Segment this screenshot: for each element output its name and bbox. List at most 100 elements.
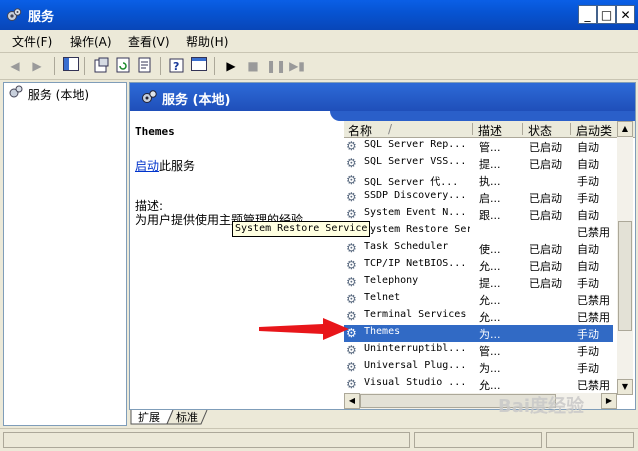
column-description[interactable]: 描述: [478, 122, 502, 139]
table-row[interactable]: ⚙ SQL Server Rep... 管... 已启动 自动: [344, 138, 613, 155]
restart-service-icon[interactable]: ▶▮: [288, 57, 306, 75]
table-row[interactable]: ⚙ SSDP Discovery... 启... 已启动 手动: [344, 189, 613, 206]
stop-service-icon[interactable]: ■: [244, 57, 262, 75]
cell-description: 允...: [479, 311, 501, 324]
cell-name: Visual Studio ...: [364, 377, 467, 388]
table-row[interactable]: ⚙System Restore Service已禁用: [344, 223, 613, 240]
pause-service-icon[interactable]: ❚❚: [266, 57, 286, 75]
cell-description: 跟...: [479, 209, 501, 222]
start-service-suffix: 此服务: [159, 159, 196, 173]
cell-name: SQL Server VSS...: [364, 156, 467, 167]
start-service-icon[interactable]: ▶: [222, 57, 240, 75]
status-segment: [3, 432, 410, 448]
tab-extended[interactable]: 扩展: [138, 410, 160, 425]
show-hide-tree-icon[interactable]: [62, 57, 80, 75]
vertical-scroll-thumb[interactable]: [618, 221, 632, 331]
menu-action[interactable]: 操作(A): [70, 33, 112, 50]
back-arrow-icon[interactable]: ◀: [6, 57, 24, 75]
help-icon[interactable]: ?: [168, 57, 186, 75]
menu-file[interactable]: 文件(F): [12, 33, 52, 50]
table-row[interactable]: ⚙ Visual Studio ... 允... 已禁用: [344, 376, 613, 393]
forward-arrow-icon[interactable]: ▶: [28, 57, 46, 75]
cell-description: 管...: [479, 141, 501, 154]
cell-description: 启...: [479, 192, 501, 205]
refresh-icon[interactable]: [114, 57, 132, 75]
table-row[interactable]: ⚙ Terminal Services 允... 已禁用: [344, 308, 613, 325]
status-segment: [414, 432, 542, 448]
tree-item-services-local[interactable]: 服务 (本地): [8, 85, 89, 103]
cell-startup-type: 手动: [577, 192, 599, 205]
vertical-scrollbar[interactable]: ▲ ▼: [617, 121, 633, 395]
cell-startup-type: 自动: [577, 260, 599, 273]
table-row[interactable]: ⚙ Task Scheduler 使... 已启动 自动: [344, 240, 613, 257]
scroll-left-icon[interactable]: ◀: [344, 393, 360, 409]
column-divider[interactable]: [472, 123, 473, 135]
show-console-icon[interactable]: [190, 57, 208, 75]
cell-name: TCP/IP NetBIOS...: [364, 258, 467, 269]
cell-name: System Event N...: [364, 207, 467, 218]
cell-name: Task Scheduler: [364, 241, 449, 252]
service-gear-icon: ⚙: [346, 258, 357, 272]
table-row[interactable]: ⚙ Telephony 提... 已启动 手动: [344, 274, 613, 291]
watermark: Bai度经验: [498, 396, 585, 417]
services-pane: 服务 (本地) Themes 启动此服务 描述: 为用户提供使用主题管理的经验。…: [129, 82, 636, 410]
cell-name: System Restore Service: [364, 224, 470, 235]
name-tooltip: System Restore Service: [232, 221, 371, 237]
cell-description: 提...: [479, 277, 501, 290]
maximize-button[interactable]: □: [597, 5, 616, 24]
cell-name: Telephony: [364, 275, 419, 286]
scroll-down-icon[interactable]: ▼: [617, 379, 633, 395]
cell-name: SSDP Discovery...: [364, 190, 467, 201]
cell-status: 已启动: [529, 209, 562, 222]
svg-text:?: ?: [173, 60, 179, 73]
column-startup-type[interactable]: 启动类: [576, 122, 612, 139]
scroll-up-icon[interactable]: ▲: [617, 121, 633, 137]
tab-standard[interactable]: 标准: [176, 410, 198, 425]
table-row[interactable]: ⚙ Uninterruptibl... 管... 手动: [344, 342, 613, 359]
service-gear-icon: ⚙: [346, 292, 357, 306]
cell-startup-type: 已禁用: [577, 226, 610, 239]
service-gear-icon: ⚙: [346, 360, 357, 374]
minimize-button[interactable]: _: [578, 5, 597, 24]
export-list-icon[interactable]: [136, 57, 154, 75]
services-gear-icon: [6, 7, 22, 23]
table-row[interactable]: ⚙ TCP/IP NetBIOS... 允... 已启动 自动: [344, 257, 613, 274]
cell-name: Terminal Services: [364, 309, 467, 320]
cell-startup-type: 已禁用: [577, 294, 610, 307]
table-row[interactable]: ⚙ Telnet 允... 已禁用: [344, 291, 613, 308]
service-gear-icon: ⚙: [346, 275, 357, 289]
column-name[interactable]: 名称: [348, 122, 372, 139]
services-gear-icon: [140, 89, 158, 108]
cell-name: Universal Plug...: [364, 360, 467, 371]
table-row[interactable]: ⚙ System Event N... 跟... 已启动 自动: [344, 206, 613, 223]
start-service-text: 启动此服务: [135, 157, 195, 174]
cell-status: 已启动: [529, 158, 562, 171]
close-button[interactable]: ✕: [616, 5, 635, 24]
column-divider[interactable]: [522, 123, 523, 135]
table-row[interactable]: ⚙ SQL Server 代... 执... 手动: [344, 172, 613, 189]
scroll-right-icon[interactable]: ▶: [601, 393, 617, 409]
status-segment: [546, 432, 634, 448]
table-row[interactable]: ⚙ SQL Server VSS... 提... 已启动 自动: [344, 155, 613, 172]
table-row[interactable]: ⚙ Themes 为... 手动: [344, 325, 613, 342]
toolbar: ◀ ▶ ? ▶ ■ ❚❚ ▶▮: [0, 53, 638, 80]
cell-startup-type: 自动: [577, 209, 599, 222]
title-bar[interactable]: 服务 _ □ ✕: [0, 0, 638, 30]
service-gear-icon: ⚙: [346, 156, 357, 170]
column-divider[interactable]: [570, 123, 571, 135]
menu-view[interactable]: 查看(V): [128, 33, 170, 50]
column-status[interactable]: 状态: [528, 122, 552, 139]
cell-startup-type: 手动: [577, 328, 599, 341]
service-gear-icon: ⚙: [346, 207, 357, 221]
table-row[interactable]: ⚙ Universal Plug... 为... 手动: [344, 359, 613, 376]
menu-help[interactable]: 帮助(H): [186, 33, 228, 50]
start-service-link[interactable]: 启动: [135, 159, 159, 173]
list-header: 名称 / 描述 状态 启动类: [344, 121, 635, 138]
cell-startup-type: 手动: [577, 175, 599, 188]
cell-name: Telnet: [364, 292, 401, 303]
annotation-arrow-icon: [259, 318, 349, 340]
cell-status: 已启动: [529, 260, 562, 273]
header-curve: [330, 111, 635, 121]
cell-name: Themes: [364, 326, 401, 337]
properties-icon[interactable]: [92, 57, 110, 75]
